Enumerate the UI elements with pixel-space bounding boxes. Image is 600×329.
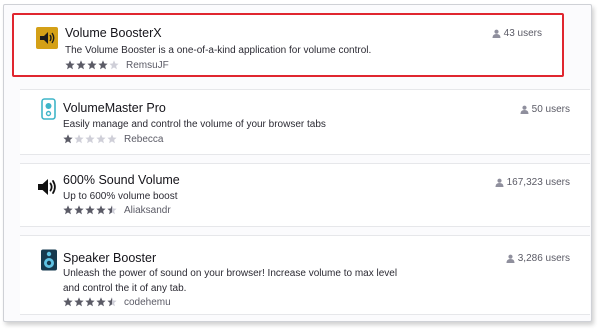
addon-title[interactable]: VolumeMaster Pro [63, 101, 166, 115]
addon-description: Unleash the power of sound on your brows… [63, 268, 398, 294]
star-filled-icon [63, 297, 73, 307]
star-empty-icon [74, 134, 84, 144]
star-filled-icon [74, 205, 84, 215]
user-icon [520, 105, 529, 114]
user-count: 3,286 users [506, 253, 570, 264]
sound-on-icon [38, 179, 56, 195]
user-count: 50 users [520, 104, 570, 115]
addon-card-volume-boosterx[interactable]: Volume BoosterX The Volume Booster is a … [12, 13, 564, 77]
star-filled-icon [74, 297, 84, 307]
addon-title[interactable]: Speaker Booster [63, 251, 156, 265]
star-filled-icon [87, 60, 97, 70]
addon-meta: Rebecca [63, 133, 163, 145]
speaker-volume-icon [36, 27, 58, 49]
addon-description: Easily manage and control the volume of … [63, 119, 326, 130]
addon-card-volumemaster-pro[interactable]: VolumeMaster Pro Easily manage and contr… [20, 89, 590, 155]
rating-stars [63, 297, 117, 307]
addon-description: Up to 600% volume boost [63, 191, 178, 202]
addon-author[interactable]: Aliaksandr [124, 205, 171, 216]
user-count-label: 3,286 users [517, 253, 570, 264]
star-filled-icon [63, 205, 73, 215]
star-half-icon [107, 205, 117, 215]
addon-card-speaker-booster[interactable]: Speaker Booster Unleash the power of sou… [20, 235, 590, 315]
star-empty-icon [85, 134, 95, 144]
user-icon [495, 178, 504, 187]
rating-stars [63, 134, 117, 144]
addon-meta: RemsuJF [65, 59, 169, 71]
speaker-device-icon [41, 98, 56, 120]
addon-description: The Volume Booster is a one-of-a-kind ap… [65, 45, 372, 56]
star-filled-icon [63, 134, 73, 144]
addon-results-panel: Volume BoosterX The Volume Booster is a … [3, 4, 592, 322]
addon-title[interactable]: Volume BoosterX [65, 26, 162, 40]
user-count-label: 50 users [531, 104, 570, 115]
star-filled-icon [65, 60, 75, 70]
rating-stars [63, 205, 117, 215]
star-filled-icon [96, 297, 106, 307]
star-filled-icon [96, 205, 106, 215]
addon-author[interactable]: Rebecca [124, 134, 163, 145]
star-filled-icon [98, 60, 108, 70]
addon-card-600-sound-volume[interactable]: 600% Sound Volume Up to 600% volume boos… [20, 163, 590, 227]
addon-author[interactable]: codehemu [124, 297, 171, 308]
user-count: 43 users [492, 28, 542, 39]
star-empty-icon [109, 60, 119, 70]
rating-stars [65, 60, 119, 70]
star-filled-icon [76, 60, 86, 70]
user-count: 167,323 users [495, 177, 570, 188]
addon-author[interactable]: RemsuJF [126, 60, 169, 71]
user-icon [506, 254, 515, 263]
user-icon [492, 29, 501, 38]
user-count-label: 167,323 users [506, 177, 570, 188]
addon-meta: codehemu [63, 296, 171, 308]
addon-meta: Aliaksandr [63, 204, 171, 216]
star-half-icon [107, 297, 117, 307]
user-count-label: 43 users [503, 28, 542, 39]
addon-title[interactable]: 600% Sound Volume [63, 173, 180, 187]
star-filled-icon [85, 297, 95, 307]
star-filled-icon [85, 205, 95, 215]
loudspeaker-icon [41, 249, 57, 271]
star-empty-icon [107, 134, 117, 144]
star-empty-icon [96, 134, 106, 144]
